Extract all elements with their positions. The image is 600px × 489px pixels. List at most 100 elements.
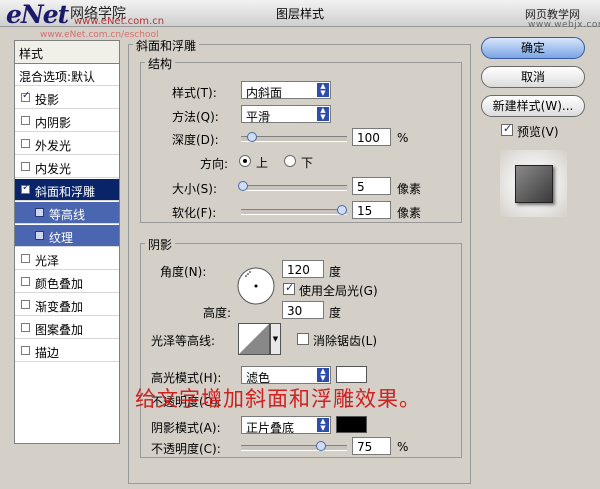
direction-up-radio[interactable] [239, 155, 251, 167]
angle-dial[interactable] [236, 266, 276, 306]
style-list-checkbox[interactable] [21, 116, 30, 125]
style-list-item-label: 斜面和浮雕 [35, 185, 96, 199]
angle-label: 角度(N): [160, 265, 207, 279]
bevel-style-select[interactable]: 内斜面 ▲ ▼ [241, 81, 331, 100]
shadow-opacity-input[interactable]: 75 [352, 437, 391, 455]
chevron-updown-icon: ▲ ▼ [317, 368, 329, 382]
technique-label: 方法(Q): [172, 110, 219, 124]
style-list-item-label: 描边 [35, 346, 60, 360]
soften-unit: 像素 [397, 206, 422, 220]
soften-slider-knob[interactable] [336, 205, 347, 215]
style-list-item-label: 内阴影 [35, 116, 72, 130]
style-list-item[interactable]: 斜面和浮雕 [15, 179, 119, 201]
shadow-opacity-unit: % [397, 440, 409, 454]
depth-label: 深度(D): [172, 133, 219, 147]
direction-down-label: 下 [301, 156, 314, 170]
depth-slider-knob[interactable] [246, 132, 257, 142]
new-style-button[interactable]: 新建样式(W)... [481, 95, 585, 117]
size-label: 大小(S): [172, 182, 218, 196]
style-list-checkbox[interactable] [21, 254, 30, 263]
shadow-mode-select[interactable]: 正片叠底 ▲ ▼ [241, 416, 331, 435]
style-list-item[interactable]: 等高线 [15, 202, 119, 224]
style-list-item[interactable]: 内发光 [15, 156, 119, 178]
style-list-checkbox[interactable] [21, 346, 30, 355]
gloss-contour-label: 光泽等高线: [151, 334, 216, 348]
style-list-header[interactable]: 样式 [15, 41, 119, 64]
shading-title: 阴影 [145, 236, 176, 253]
style-list-item-label: 外发光 [35, 139, 72, 153]
depth-slider[interactable] [241, 132, 347, 142]
style-list-item[interactable]: 图案叠加 [15, 317, 119, 339]
chevron-updown-icon: ▲ ▼ [317, 418, 329, 432]
style-list-checkbox[interactable] [21, 162, 30, 171]
gloss-contour-preview[interactable] [238, 323, 270, 355]
style-list-checkbox[interactable] [21, 139, 30, 148]
style-label: 样式(T): [172, 86, 217, 100]
angle-input[interactable]: 120 [282, 260, 324, 278]
style-list-item-label: 渐变叠加 [35, 300, 84, 314]
soften-slider[interactable] [241, 205, 347, 215]
style-preview-swatch [515, 165, 553, 203]
style-list-item-label: 投影 [35, 93, 60, 107]
highlight-mode-select[interactable]: 滤色 ▲ ▼ [241, 366, 331, 385]
style-list-item[interactable]: 渐变叠加 [15, 294, 119, 316]
shadow-mode-label: 阴影模式(A): [151, 421, 221, 435]
chevron-updown-icon: ▲ ▼ [317, 107, 329, 121]
bevel-emboss-title: 斜面和浮雕 [133, 37, 200, 54]
cancel-button[interactable]: 取消 [481, 66, 585, 88]
ok-button[interactable]: 确定 [481, 37, 585, 59]
chevron-updown-icon: ▲ ▼ [317, 83, 329, 97]
shadow-opacity-slider-knob[interactable] [315, 441, 326, 451]
style-list-item-label: 图案叠加 [35, 323, 84, 337]
style-list-item[interactable]: 纹理 [15, 225, 119, 247]
style-list-checkbox[interactable] [21, 300, 30, 309]
style-list-item[interactable]: 投影 [15, 87, 119, 109]
preview-label: 预览(V) [517, 125, 559, 139]
soften-label: 软化(F): [172, 206, 217, 220]
style-list-item[interactable]: 外发光 [15, 133, 119, 155]
watermark-logo-url: www.eNet.com.cn [74, 16, 165, 27]
style-list-checkbox[interactable] [21, 323, 30, 332]
size-slider-knob[interactable] [238, 181, 249, 191]
style-list-item[interactable]: 颜色叠加 [15, 271, 119, 293]
technique-select[interactable]: 平滑 ▲ ▼ [241, 105, 331, 124]
soften-input[interactable]: 15 [352, 201, 391, 219]
depth-input[interactable]: 100 [352, 128, 391, 146]
depth-unit: % [397, 131, 409, 145]
altitude-input[interactable]: 30 [282, 301, 324, 319]
direction-up-label: 上 [256, 156, 269, 170]
watermark-right-url: www.webjx.com [528, 20, 600, 30]
preview-checkbox[interactable] [501, 122, 513, 136]
size-input[interactable]: 5 [352, 177, 391, 195]
size-slider[interactable] [238, 181, 347, 191]
style-preview-area [500, 150, 567, 217]
direction-down-radio[interactable] [284, 155, 296, 167]
highlight-color-swatch[interactable] [336, 366, 367, 383]
style-list-item[interactable]: 混合选项:默认 [15, 64, 119, 86]
shadow-color-swatch[interactable] [336, 416, 367, 433]
style-list-checkbox[interactable] [21, 90, 30, 102]
style-list-item-label: 纹理 [49, 231, 74, 245]
style-list-checkbox[interactable] [21, 277, 30, 286]
style-list-item[interactable]: 光泽 [15, 248, 119, 270]
style-list-panel: 样式 混合选项:默认投影内阴影外发光内发光斜面和浮雕等高线纹理光泽颜色叠加渐变叠… [14, 40, 120, 444]
structure-title: 结构 [145, 55, 176, 72]
shadow-opacity-slider[interactable] [241, 441, 347, 451]
direction-label: 方向: [200, 157, 229, 171]
antialias-checkbox[interactable] [297, 333, 309, 345]
style-list-checkbox[interactable] [21, 182, 30, 194]
gloss-contour-dropdown[interactable]: ▼ [270, 323, 281, 355]
global-light-checkbox[interactable] [283, 281, 295, 295]
altitude-unit: 度 [329, 306, 342, 320]
antialias-label: 消除锯齿(L) [313, 334, 378, 348]
style-list-item-label: 等高线 [49, 208, 86, 222]
style-list-checkbox[interactable] [35, 231, 44, 240]
size-unit: 像素 [397, 182, 422, 196]
style-list-item-label: 混合选项:默认 [19, 70, 96, 84]
style-list-item-label: 内发光 [35, 162, 72, 176]
global-light-label: 使用全局光(G) [299, 284, 378, 298]
style-list-item[interactable]: 描边 [15, 340, 119, 362]
style-list-item[interactable]: 内阴影 [15, 110, 119, 132]
shadow-opacity-label: 不透明度(C): [151, 442, 221, 456]
style-list-checkbox[interactable] [35, 208, 44, 217]
